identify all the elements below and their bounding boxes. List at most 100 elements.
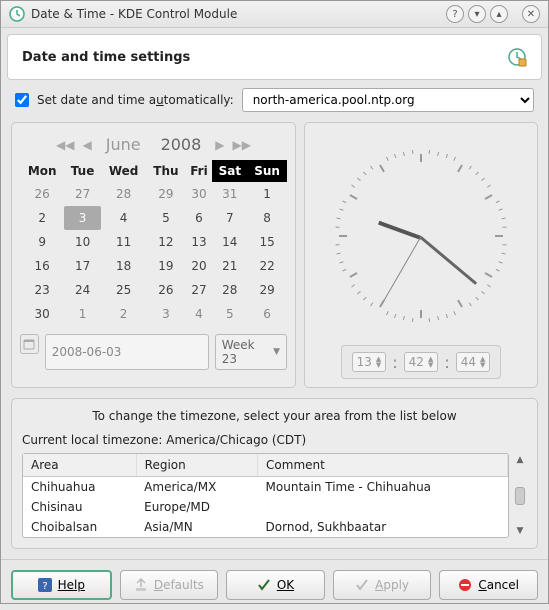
close-window-button[interactable]: ✕: [522, 5, 540, 23]
hour-spinner[interactable]: 13▲▼: [352, 352, 387, 372]
ok-button[interactable]: OK: [226, 570, 325, 600]
calendar-day[interactable]: 23: [20, 278, 64, 302]
prev-month-icon[interactable]: ◀: [82, 138, 91, 152]
calendar-header-sun: Sun: [247, 160, 287, 182]
calendar-day[interactable]: 1: [64, 302, 100, 326]
calendar-day[interactable]: 6: [247, 302, 287, 326]
calendar-day[interactable]: 6: [185, 206, 212, 230]
next-month-icon[interactable]: ▶: [215, 138, 224, 152]
minute-spinner[interactable]: 42▲▼: [404, 352, 439, 372]
calendar-day[interactable]: 2: [101, 302, 147, 326]
calendar-day[interactable]: 27: [185, 278, 212, 302]
calendar-day[interactable]: 30: [20, 302, 64, 326]
calendar-day[interactable]: 24: [64, 278, 100, 302]
calendar-panel: ◀◀ ◀ June 2008 ▶ ▶▶ MonTueWedThuFriSatSu…: [11, 122, 296, 388]
calendar-day[interactable]: 25: [101, 278, 147, 302]
calendar-day[interactable]: 19: [146, 254, 185, 278]
calendar-day[interactable]: 4: [185, 302, 212, 326]
calendar-day[interactable]: 8: [247, 206, 287, 230]
calendar-day[interactable]: 28: [212, 278, 247, 302]
button-bar: ? Help Defaults OK Apply Cancel: [1, 559, 548, 610]
calendar-day[interactable]: 26: [146, 278, 185, 302]
calendar-day[interactable]: 5: [212, 302, 247, 326]
calendar-day[interactable]: 1: [247, 182, 287, 206]
calendar-header-fri: Fri: [185, 160, 212, 182]
calendar-header-wed: Wed: [101, 160, 147, 182]
hour-hand: [378, 221, 422, 240]
calendar-day[interactable]: 2: [20, 206, 64, 230]
second-spinner[interactable]: 44▲▼: [456, 352, 491, 372]
window: Date & Time - KDE Control Module ? ▾ ▴ ✕…: [0, 0, 549, 604]
calendar-day[interactable]: 12: [146, 230, 185, 254]
calendar-header-mon: Mon: [20, 160, 64, 182]
calendar-day[interactable]: 11: [101, 230, 147, 254]
help-button[interactable]: ? Help: [11, 570, 112, 600]
calendar-day[interactable]: 5: [146, 206, 185, 230]
maximize-window-button[interactable]: ▴: [490, 5, 508, 23]
scroll-up-icon[interactable]: ▲: [517, 455, 524, 465]
calendar-day[interactable]: 13: [185, 230, 212, 254]
calendar-day[interactable]: 10: [64, 230, 100, 254]
tz-row[interactable]: ChisinauEurope/MD: [23, 497, 508, 517]
header-title: Date and time settings: [22, 50, 190, 65]
chevron-down-icon: ▼: [273, 347, 280, 357]
tz-col-area[interactable]: Area: [23, 454, 136, 477]
minimize-window-button[interactable]: ▾: [468, 5, 486, 23]
next-year-icon[interactable]: ▶▶: [233, 138, 251, 152]
scroll-down-icon[interactable]: ▼: [517, 526, 524, 536]
calendar-day[interactable]: 27: [64, 182, 100, 206]
calendar-header-sat: Sat: [212, 160, 247, 182]
calendar-day[interactable]: 29: [247, 278, 287, 302]
calendar-day[interactable]: 31: [212, 182, 247, 206]
calendar-day[interactable]: 9: [20, 230, 64, 254]
prev-year-icon[interactable]: ◀◀: [56, 138, 74, 152]
tz-col-comment[interactable]: Comment: [258, 454, 508, 477]
auto-time-label: Set date and time automatically:: [37, 93, 234, 107]
calendar-day[interactable]: 26: [20, 182, 64, 206]
calendar-year[interactable]: 2008: [161, 135, 202, 154]
svg-text:?: ?: [42, 581, 47, 592]
calendar-day[interactable]: 7: [212, 206, 247, 230]
calendar-nav: ◀◀ ◀ June 2008 ▶ ▶▶: [20, 131, 287, 160]
calendar-day[interactable]: 22: [247, 254, 287, 278]
apply-button[interactable]: Apply: [333, 570, 432, 600]
calendar-day[interactable]: 30: [185, 182, 212, 206]
ntp-server-select[interactable]: north-america.pool.ntp.org: [242, 88, 534, 112]
header: Date and time settings: [7, 34, 542, 80]
calendar-day[interactable]: 18: [101, 254, 147, 278]
clock-panel: 13▲▼ : 42▲▼ : 44▲▼: [304, 122, 538, 388]
calendar-day[interactable]: 16: [20, 254, 64, 278]
calendar-day[interactable]: 4: [101, 206, 147, 230]
calendar-day[interactable]: 14: [212, 230, 247, 254]
window-title: Date & Time - KDE Control Module: [31, 7, 442, 21]
calendar-day[interactable]: 29: [146, 182, 185, 206]
tz-col-region[interactable]: Region: [136, 454, 257, 477]
help-window-button[interactable]: ?: [446, 5, 464, 23]
defaults-button[interactable]: Defaults: [120, 570, 219, 600]
date-text-field[interactable]: [45, 334, 209, 370]
calendar-month[interactable]: June: [106, 135, 141, 154]
week-selector[interactable]: Week 23▼: [215, 334, 287, 370]
timezone-hint: To change the timezone, select your area…: [22, 409, 527, 423]
scroll-thumb[interactable]: [515, 487, 525, 505]
calendar-day[interactable]: 3: [146, 302, 185, 326]
timezone-scrollbar[interactable]: ▲ ▼: [509, 453, 527, 538]
calendar-header-tue: Tue: [64, 160, 100, 182]
auto-time-row: Set date and time automatically: north-a…: [1, 86, 548, 122]
calendar-picker-icon[interactable]: [20, 334, 39, 354]
time-spinners: 13▲▼ : 42▲▼ : 44▲▼: [341, 345, 502, 379]
timezone-list[interactable]: AreaRegionCommentChihuahuaAmerica/MXMoun…: [22, 453, 509, 538]
calendar-day[interactable]: 17: [64, 254, 100, 278]
cancel-button[interactable]: Cancel: [439, 570, 538, 600]
calendar-day[interactable]: 20: [185, 254, 212, 278]
calendar-day[interactable]: 21: [212, 254, 247, 278]
auto-time-checkbox[interactable]: [15, 93, 29, 107]
calendar-day[interactable]: 15: [247, 230, 287, 254]
tz-row[interactable]: ChoibalsanAsia/MNDornod, Sukhbaatar: [23, 517, 508, 537]
calendar-day[interactable]: 3: [64, 206, 100, 230]
calendar-day[interactable]: 28: [101, 182, 147, 206]
calendar-header-thu: Thu: [146, 160, 185, 182]
calendar-grid: MonTueWedThuFriSatSun 262728293031123456…: [20, 160, 287, 326]
tz-row[interactable]: ChihuahuaAmerica/MXMountain Time - Chihu…: [23, 477, 508, 498]
analog-clock: [326, 141, 516, 331]
